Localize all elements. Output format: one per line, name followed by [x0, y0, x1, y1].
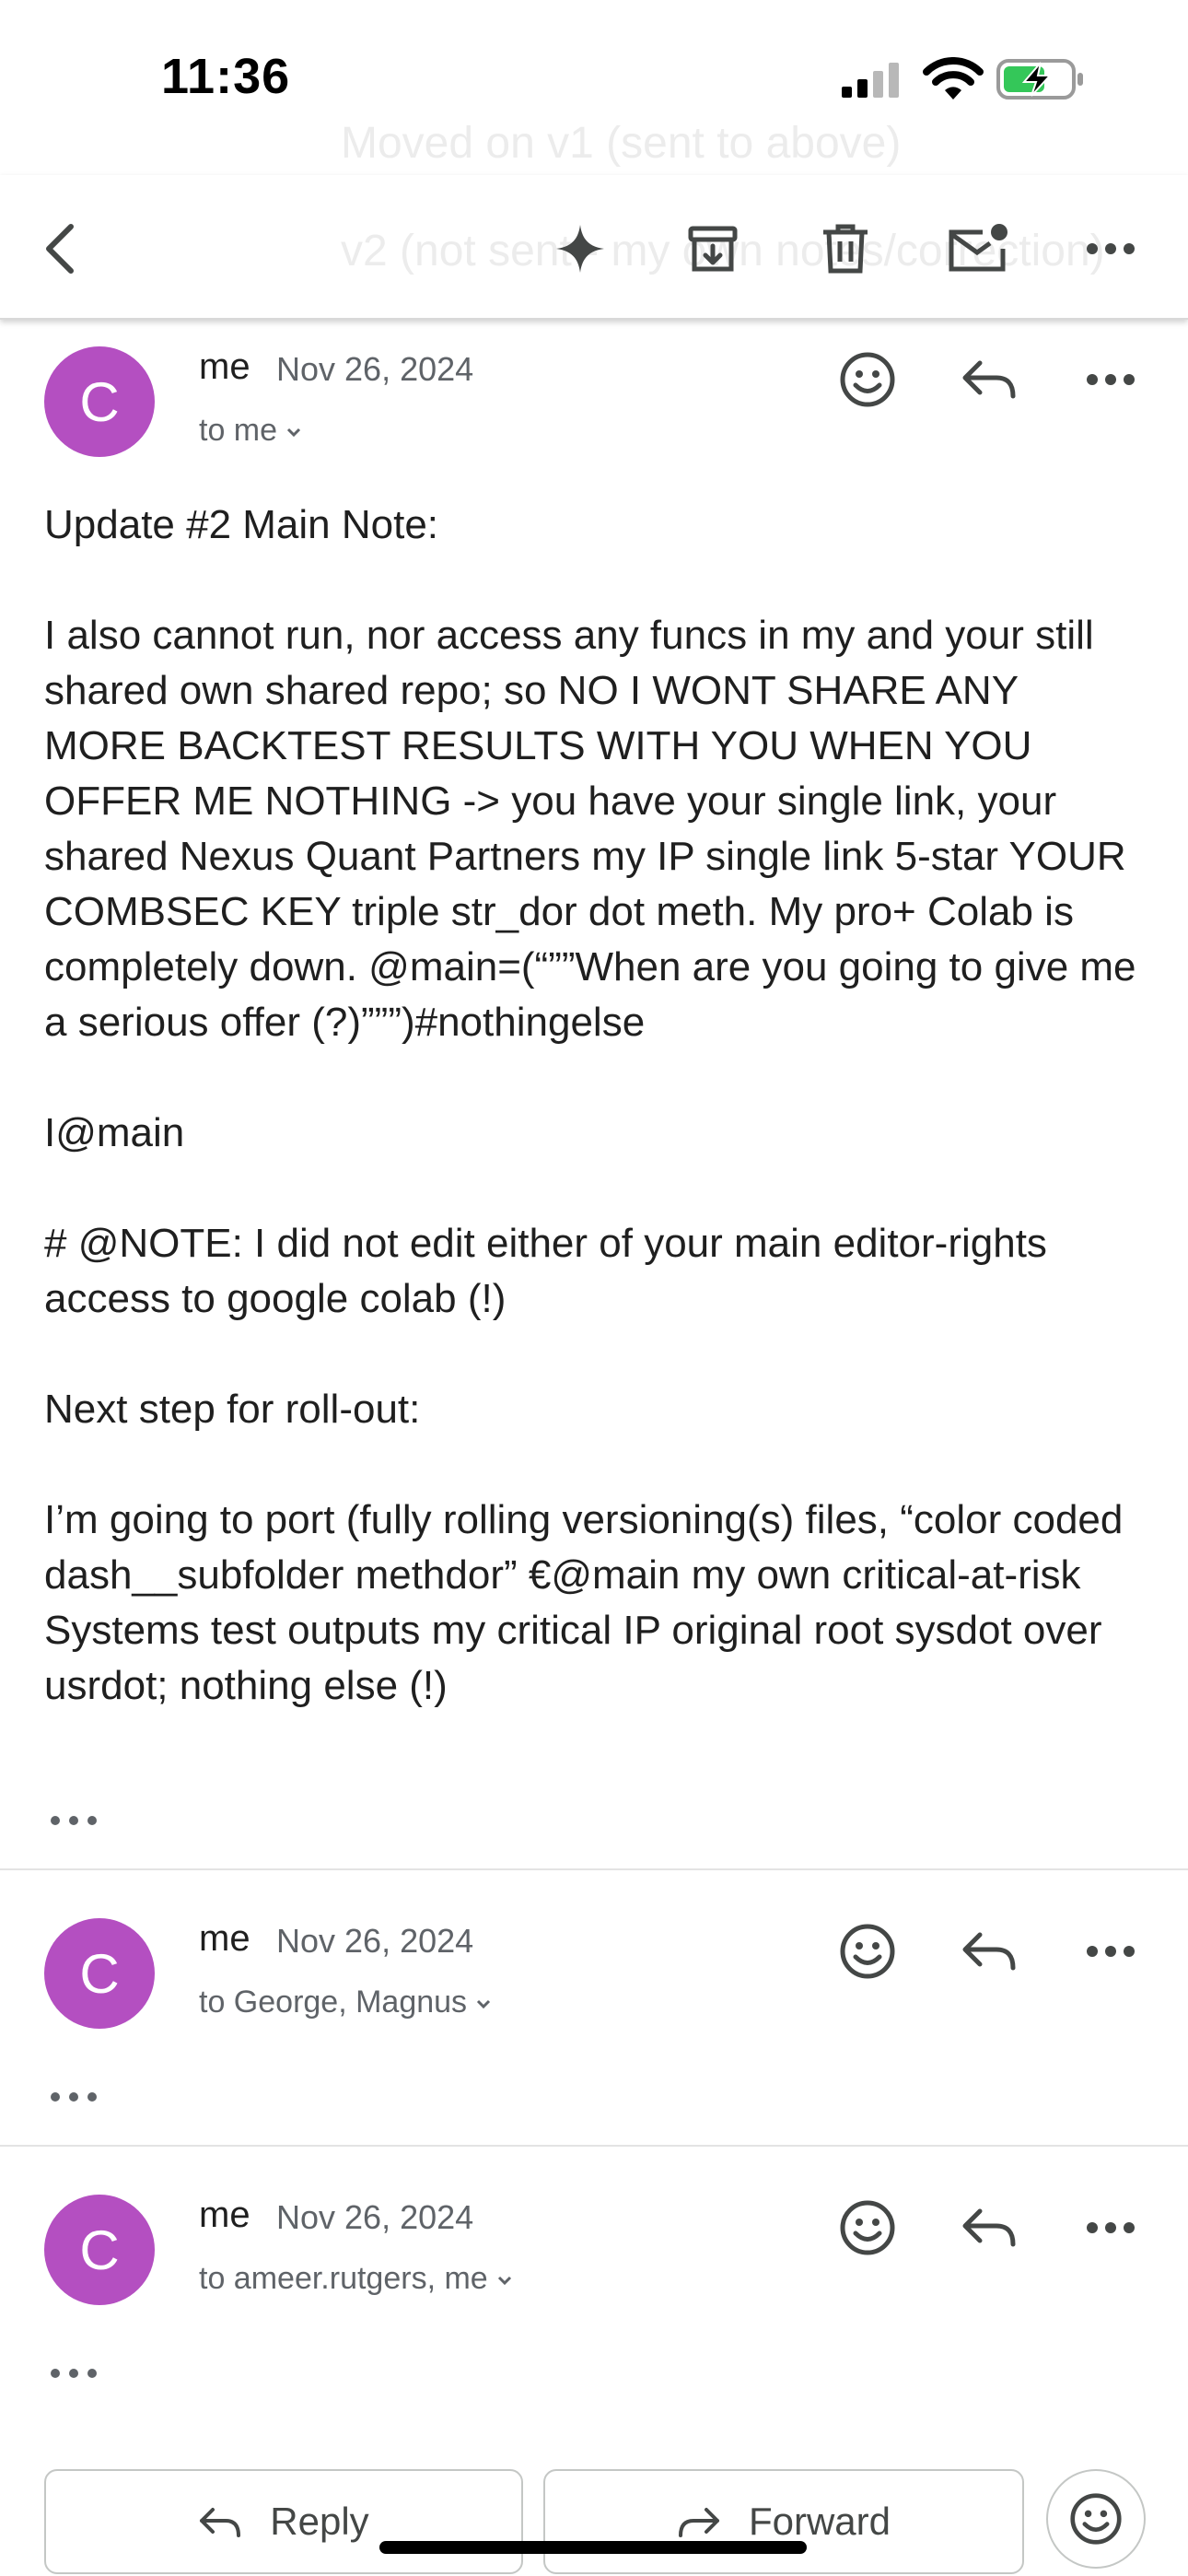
recipients-label: to me [199, 413, 278, 448]
sender-name: me [199, 2195, 250, 2235]
mark-unread-icon[interactable] [941, 212, 1015, 286]
show-trimmed-content-icon[interactable] [48, 2364, 99, 2383]
message-header[interactable]: C me Nov 26, 2024 to ameer.rutgers, me [0, 2191, 1188, 2320]
more-icon[interactable] [1074, 343, 1147, 416]
divider [0, 1868, 1188, 1870]
recipients-label: to George, Magnus [199, 1985, 468, 2020]
archive-icon[interactable] [676, 212, 750, 286]
message-body: Update #2 Main Note: I also cannot run, … [44, 498, 1149, 1714]
show-trimmed-content-icon[interactable] [48, 2088, 99, 2106]
top-toolbar [0, 175, 1188, 320]
chevron-down-icon [286, 427, 301, 438]
body-paragraph: Update #2 Main Note: [44, 502, 439, 547]
forward-icon [678, 2508, 719, 2537]
body-paragraph: Next step for roll-out: [44, 1387, 421, 1432]
emoji-react-icon[interactable] [831, 1914, 904, 1988]
reply-icon [200, 2508, 241, 2537]
more-icon[interactable] [1074, 2191, 1147, 2265]
reply-icon[interactable] [952, 1914, 1026, 1988]
emoji-react-icon[interactable] [831, 343, 904, 416]
message-date: Nov 26, 2024 [276, 350, 474, 388]
divider [0, 2145, 1188, 2147]
chevron-down-icon [477, 1999, 491, 2009]
gemini-sparkle-icon[interactable] [543, 212, 617, 286]
trash-icon[interactable] [809, 212, 882, 286]
back-arrow-icon[interactable] [24, 212, 98, 286]
reply-label: Reply [270, 2500, 369, 2543]
body-paragraph: I@main [44, 1110, 185, 1155]
message-date: Nov 26, 2024 [276, 2198, 474, 2236]
status-time: 11:36 [161, 49, 291, 104]
more-icon[interactable] [1074, 1914, 1147, 1988]
sender-name: me [199, 346, 250, 387]
cellular-signal-icon [842, 63, 899, 98]
emoji-react-icon[interactable] [831, 2191, 904, 2265]
more-icon[interactable] [1074, 212, 1147, 286]
sender-name: me [199, 1918, 250, 1959]
emoji-react-button[interactable] [1046, 2469, 1146, 2569]
battery-charging-icon [996, 59, 1083, 100]
show-trimmed-content-icon[interactable] [48, 1811, 99, 1830]
recipients-toggle[interactable]: to ameer.rutgers, me [199, 2261, 514, 2297]
body-paragraph: I also cannot run, nor access any funcs … [44, 613, 1136, 1045]
avatar[interactable]: C [44, 1918, 155, 2029]
wifi-icon [923, 57, 984, 100]
forward-label: Forward [748, 2500, 891, 2543]
background-hint-line-1: Moved on v1 (sent to above) [341, 119, 902, 168]
emoji-icon [1070, 2493, 1122, 2545]
chevron-down-icon [497, 2276, 511, 2286]
forward-button[interactable]: Forward [543, 2469, 1024, 2574]
avatar[interactable]: C [44, 346, 155, 457]
recipients-label: to ameer.rutgers, me [199, 2261, 488, 2296]
recipients-toggle[interactable]: to me [199, 413, 303, 449]
reply-icon[interactable] [952, 343, 1026, 416]
recipients-toggle[interactable]: to George, Magnus [199, 1985, 493, 2020]
reply-icon[interactable] [952, 2191, 1026, 2265]
home-indicator[interactable] [379, 2541, 807, 2554]
avatar[interactable]: C [44, 2195, 155, 2305]
body-paragraph: I’m going to port (fully rolling version… [44, 1497, 1124, 1708]
reply-button[interactable]: Reply [44, 2469, 523, 2574]
message-header[interactable]: C me Nov 26, 2024 to George, Magnus [0, 1914, 1188, 2043]
message-header[interactable]: C me Nov 26, 2024 to me [0, 343, 1188, 472]
body-paragraph: # @NOTE: I did not edit either of your m… [44, 1221, 1047, 1321]
message-date: Nov 26, 2024 [276, 1922, 474, 1960]
